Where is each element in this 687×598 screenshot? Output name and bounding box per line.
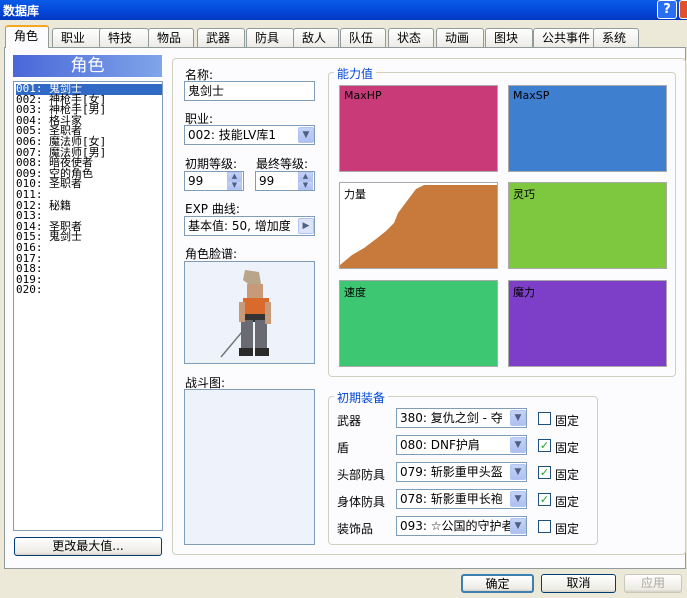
equip-select-value: 079: 斩影重甲头盔 (400, 465, 503, 479)
tab-3[interactable]: 物品 (148, 28, 194, 47)
stat-label: MaxHP (344, 89, 382, 102)
tab-11[interactable]: 公共事件 (533, 28, 595, 47)
final-level-label: 最终等级: (256, 157, 309, 171)
list-item-name: 圣职者 (49, 177, 82, 191)
tab-8[interactable]: 状态 (388, 28, 434, 47)
tab-0[interactable]: 角色 (5, 25, 49, 48)
chevron-down-icon[interactable]: ▼ (510, 410, 526, 426)
fixed-checkbox[interactable] (538, 520, 551, 533)
chevron-down-icon[interactable]: ▼ (510, 491, 526, 507)
exp-curve-field[interactable]: 基本值: 50, 增加度 (184, 216, 315, 236)
fixed-label: 固定 (555, 522, 580, 536)
tab-9[interactable]: 动画 (436, 28, 484, 47)
stat-label: 速度 (344, 286, 366, 299)
equip-select[interactable]: 080: DNF护肩 (396, 435, 527, 455)
equip-select-value: 080: DNF护肩 (400, 438, 480, 452)
tab-5[interactable]: 防具 (246, 28, 294, 47)
equip-select-value: 078: 斩影重甲长袍 (400, 492, 503, 506)
fixed-checkbox[interactable]: ✓ (538, 493, 551, 506)
cancel-button[interactable]: 取消 (541, 574, 616, 593)
class-select[interactable]: 002: 技能LV库1 (184, 125, 315, 145)
chevron-down-icon[interactable]: ▼ (510, 464, 526, 480)
fixed-checkbox[interactable]: ✓ (538, 466, 551, 479)
apply-button[interactable]: 应用 (624, 574, 682, 593)
equip-select[interactable]: 093: ☆公国的守护者 (396, 516, 527, 536)
portrait-label: 角色脸谱: (185, 247, 238, 261)
stat-cell[interactable]: 力量 (339, 182, 498, 269)
fixed-label: 固定 (555, 414, 580, 428)
chevron-right-icon[interactable]: ▶ (298, 218, 314, 234)
list-header: 角色 (13, 55, 162, 77)
fixed-checkbox[interactable]: ✓ (538, 439, 551, 452)
equip-select-value: 380: 复仇之剑 - 夺 (400, 411, 503, 425)
window-title: 数据库 (3, 4, 40, 18)
change-max-button[interactable]: 更改最大值... (14, 537, 162, 556)
character-list[interactable]: 001: 鬼剑士 002: 神枪手[女] 003: 神枪手[男] 004: 格斗家 005: 圣职… (13, 81, 163, 531)
final-level-up-icon[interactable]: ▲ (298, 172, 313, 181)
stat-cell[interactable]: 魔力 (508, 280, 667, 367)
tab-12[interactable]: 系统 (593, 28, 639, 47)
equip-label: 头部防具 (337, 468, 386, 482)
stat-cell[interactable]: 速度 (339, 280, 498, 367)
name-input[interactable]: 鬼剑士 (184, 81, 315, 101)
equip-label: 盾 (337, 441, 350, 455)
equip-label: 武器 (337, 414, 362, 428)
equip-label: 装饰品 (337, 522, 374, 536)
stat-label: MaxSP (513, 89, 550, 102)
title-bar[interactable] (0, 0, 687, 20)
exp-curve-value: 基本值: 50, 增加度 (188, 219, 291, 233)
swordsman-sprite-icon (220, 270, 271, 358)
stat-label: 灵巧 (513, 188, 535, 201)
stats-title: 能力值 (334, 65, 377, 82)
fixed-checkbox[interactable] (538, 412, 551, 425)
stat-cell[interactable]: 灵巧 (508, 182, 667, 269)
tab-10[interactable]: 图块 (485, 28, 533, 47)
list-item[interactable]: 020: (16, 283, 162, 297)
list-item-number: 020: (16, 283, 43, 297)
tab-4[interactable]: 武器 (197, 28, 245, 47)
list-item-name: 鬼剑士 (49, 230, 82, 244)
chevron-down-icon[interactable]: ▼ (510, 437, 526, 453)
equip-label: 身体防具 (337, 495, 386, 509)
fixed-label: 固定 (555, 495, 580, 509)
chevron-down-icon[interactable]: ▼ (510, 518, 526, 534)
equip-select-value: 093: ☆公国的守护者 (400, 519, 514, 533)
stat-label: 魔力 (513, 286, 535, 299)
stat-cell[interactable]: MaxSP (508, 85, 667, 172)
tab-2[interactable]: 特技 (99, 28, 149, 47)
chevron-down-icon[interactable]: ▼ (298, 127, 314, 143)
fixed-label: 固定 (555, 441, 580, 455)
final-level-down-icon[interactable]: ▼ (298, 181, 313, 190)
equip-select[interactable]: 078: 斩影重甲长袍 (396, 489, 527, 509)
tab-7[interactable]: 队伍 (340, 28, 386, 47)
equipment-title: 初期装备 (334, 389, 389, 406)
init-level-label: 初期等级: (185, 157, 238, 171)
equip-select[interactable]: 380: 复仇之剑 - 夺 (396, 408, 527, 428)
list-item-name: 秘籍 (49, 198, 71, 212)
ok-button[interactable]: 确定 (461, 574, 534, 593)
fixed-label: 固定 (555, 468, 580, 482)
tab-1[interactable]: 职业 (52, 28, 104, 47)
battler-graphic[interactable] (184, 389, 315, 545)
init-level-down-icon[interactable]: ▼ (227, 181, 242, 190)
stat-label: 力量 (344, 188, 366, 201)
stat-cell[interactable]: MaxHP (339, 85, 498, 172)
tab-6[interactable]: 敌人 (293, 28, 339, 47)
close-button[interactable] (679, 0, 687, 19)
class-select-value: 002: 技能LV库1 (188, 128, 276, 142)
exp-curve-label: EXP 曲线: (185, 202, 240, 216)
help-button[interactable]: ? (657, 0, 677, 19)
init-level-up-icon[interactable]: ▲ (227, 172, 242, 181)
equip-select[interactable]: 079: 斩影重甲头盔 (396, 462, 527, 482)
character-portrait[interactable] (184, 261, 315, 364)
